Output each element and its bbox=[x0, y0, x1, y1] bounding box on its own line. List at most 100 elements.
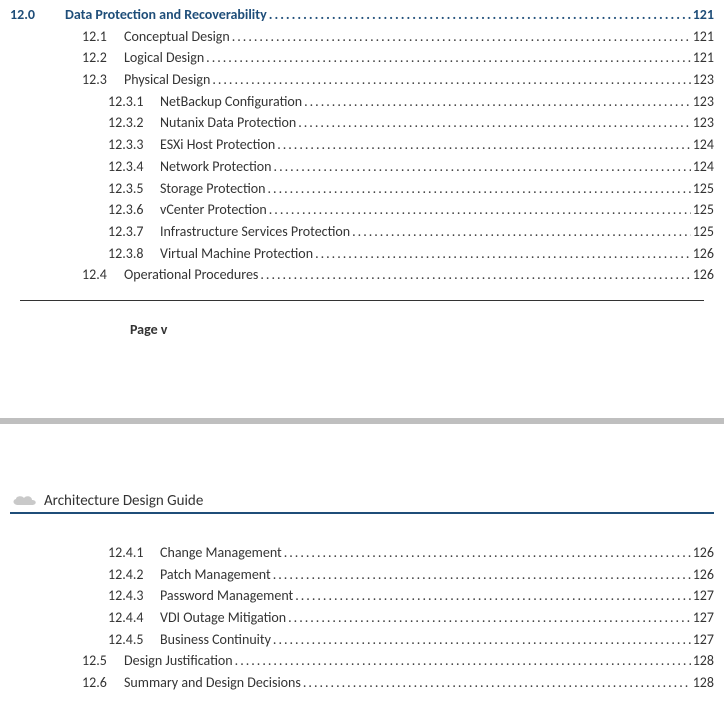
page-divider bbox=[0, 418, 724, 424]
toc-title: Network Protection bbox=[160, 156, 272, 178]
toc-title: VDI Outage Mitigation bbox=[160, 607, 286, 629]
table-of-contents-bottom: 12.4.1Change Management12612.4.2Patch Ma… bbox=[10, 542, 714, 694]
toc-entry[interactable]: 12.2Logical Design121 bbox=[10, 47, 714, 69]
toc-entry[interactable]: 12.3.1NetBackup Configuration 123 bbox=[10, 91, 714, 113]
document-header: Architecture Design Guide bbox=[10, 492, 714, 514]
toc-title: Physical Design bbox=[124, 69, 210, 91]
toc-entry[interactable]: 12.3.4Network Protection124 bbox=[10, 156, 714, 178]
toc-page: 126 bbox=[691, 243, 714, 265]
toc-entry[interactable]: 12.0Data Protection and Recoverability12… bbox=[10, 4, 714, 26]
toc-page: 125 bbox=[691, 221, 714, 243]
toc-page: 123 bbox=[691, 112, 714, 134]
toc-leader bbox=[271, 564, 691, 586]
toc-page: 124 bbox=[691, 134, 714, 156]
toc-page: 126 bbox=[691, 542, 714, 564]
toc-title: Storage Protection bbox=[160, 178, 266, 200]
toc-entry[interactable]: 12.3Physical Design 123 bbox=[10, 69, 714, 91]
toc-number: 12.4.5 bbox=[108, 629, 160, 651]
toc-page: 121 bbox=[691, 47, 714, 69]
toc-page: 127 bbox=[691, 607, 714, 629]
toc-number: 12.3.4 bbox=[108, 156, 160, 178]
toc-number: 12.4.4 bbox=[108, 607, 160, 629]
toc-number: 12.3.2 bbox=[108, 112, 160, 134]
cloud-icon bbox=[10, 494, 38, 508]
toc-page: 127 bbox=[691, 629, 714, 651]
toc-entry[interactable]: 12.1Conceptual Design 121 bbox=[10, 26, 714, 48]
toc-entry[interactable]: 12.3.7Infrastructure Services Protection… bbox=[10, 221, 714, 243]
toc-number: 12.5 bbox=[82, 650, 124, 672]
toc-entry[interactable]: 12.4Operational Procedures 126 bbox=[10, 264, 714, 286]
toc-title: Nutanix Data Protection bbox=[160, 112, 296, 134]
toc-leader bbox=[282, 542, 691, 564]
toc-leader bbox=[350, 221, 691, 243]
toc-page: 123 bbox=[691, 69, 714, 91]
toc-leader bbox=[301, 672, 691, 694]
toc-number: 12.4.2 bbox=[108, 564, 160, 586]
toc-number: 12.3.7 bbox=[108, 221, 160, 243]
toc-page: 126 bbox=[691, 264, 714, 286]
toc-entry[interactable]: 12.3.3ESXi Host Protection 124 bbox=[10, 134, 714, 156]
toc-number: 12.3.1 bbox=[108, 91, 160, 113]
toc-page: 127 bbox=[691, 585, 714, 607]
toc-title: Data Protection and Recoverability bbox=[65, 4, 267, 26]
toc-entry[interactable]: 12.4.4VDI Outage Mitigation 127 bbox=[10, 607, 714, 629]
toc-title: Operational Procedures bbox=[124, 264, 258, 286]
document-header-title: Architecture Design Guide bbox=[44, 492, 203, 510]
toc-title: Conceptual Design bbox=[124, 26, 230, 48]
toc-title: Summary and Design Decisions bbox=[124, 672, 301, 694]
toc-number: 12.3.3 bbox=[108, 134, 160, 156]
toc-entry[interactable]: 12.3.2Nutanix Data Protection 123 bbox=[10, 112, 714, 134]
toc-number: 12.3.6 bbox=[108, 199, 160, 221]
toc-page: 126 bbox=[691, 564, 714, 586]
toc-leader bbox=[296, 112, 690, 134]
page-bottom-region: Architecture Design Guide 12.4.1Change M… bbox=[0, 492, 724, 702]
toc-entry[interactable]: 12.6Summary and Design Decisions 128 bbox=[10, 672, 714, 694]
toc-number: 12.6 bbox=[82, 672, 124, 694]
toc-number: 12.2 bbox=[82, 47, 124, 69]
toc-title: NetBackup Configuration bbox=[160, 91, 302, 113]
toc-leader bbox=[271, 629, 691, 651]
page-gap bbox=[0, 338, 724, 418]
toc-title: Virtual Machine Protection bbox=[160, 243, 313, 265]
toc-leader bbox=[293, 585, 690, 607]
table-of-contents-top: 12.0Data Protection and Recoverability12… bbox=[10, 4, 714, 286]
toc-number: 12.4.3 bbox=[108, 585, 160, 607]
toc-number: 12.4.1 bbox=[108, 542, 160, 564]
toc-page: 125 bbox=[691, 178, 714, 200]
toc-entry[interactable]: 12.5Design Justification128 bbox=[10, 650, 714, 672]
toc-entry[interactable]: 12.4.1Change Management 126 bbox=[10, 542, 714, 564]
toc-entry[interactable]: 12.3.6vCenter Protection 125 bbox=[10, 199, 714, 221]
toc-title: Design Justification bbox=[124, 650, 233, 672]
toc-page: 121 bbox=[691, 26, 714, 48]
toc-title: Business Continuity bbox=[160, 629, 271, 651]
toc-leader bbox=[267, 199, 691, 221]
toc-title: Change Management bbox=[160, 542, 282, 564]
toc-page: 128 bbox=[691, 672, 714, 694]
toc-title: Password Management bbox=[160, 585, 293, 607]
toc-number: 12.3.5 bbox=[108, 178, 160, 200]
toc-title: vCenter Protection bbox=[160, 199, 267, 221]
toc-leader bbox=[275, 134, 691, 156]
toc-number: 12.1 bbox=[82, 26, 124, 48]
toc-number: 12.4 bbox=[82, 264, 124, 286]
toc-leader bbox=[266, 178, 691, 200]
toc-leader bbox=[286, 607, 691, 629]
toc-leader bbox=[302, 91, 691, 113]
toc-leader bbox=[272, 156, 691, 178]
toc-leader bbox=[233, 650, 691, 672]
toc-entry[interactable]: 12.4.2Patch Management 126 bbox=[10, 564, 714, 586]
toc-page: 125 bbox=[691, 199, 714, 221]
toc-entry[interactable]: 12.4.3Password Management 127 bbox=[10, 585, 714, 607]
toc-number: 12.3 bbox=[82, 69, 124, 91]
toc-title: ESXi Host Protection bbox=[160, 134, 275, 156]
toc-leader bbox=[230, 26, 691, 48]
toc-entry[interactable]: 12.3.8Virtual Machine Protection 126 bbox=[10, 243, 714, 265]
toc-entry[interactable]: 12.4.5Business Continuity 127 bbox=[10, 629, 714, 651]
toc-title: Infrastructure Services Protection bbox=[160, 221, 350, 243]
toc-entry[interactable]: 12.3.5Storage Protection 125 bbox=[10, 178, 714, 200]
page-footer-label: Page v bbox=[10, 301, 714, 338]
toc-number: 12.3.8 bbox=[108, 243, 160, 265]
toc-page: 123 bbox=[691, 91, 714, 113]
toc-leader bbox=[204, 47, 691, 69]
toc-title: Patch Management bbox=[160, 564, 271, 586]
